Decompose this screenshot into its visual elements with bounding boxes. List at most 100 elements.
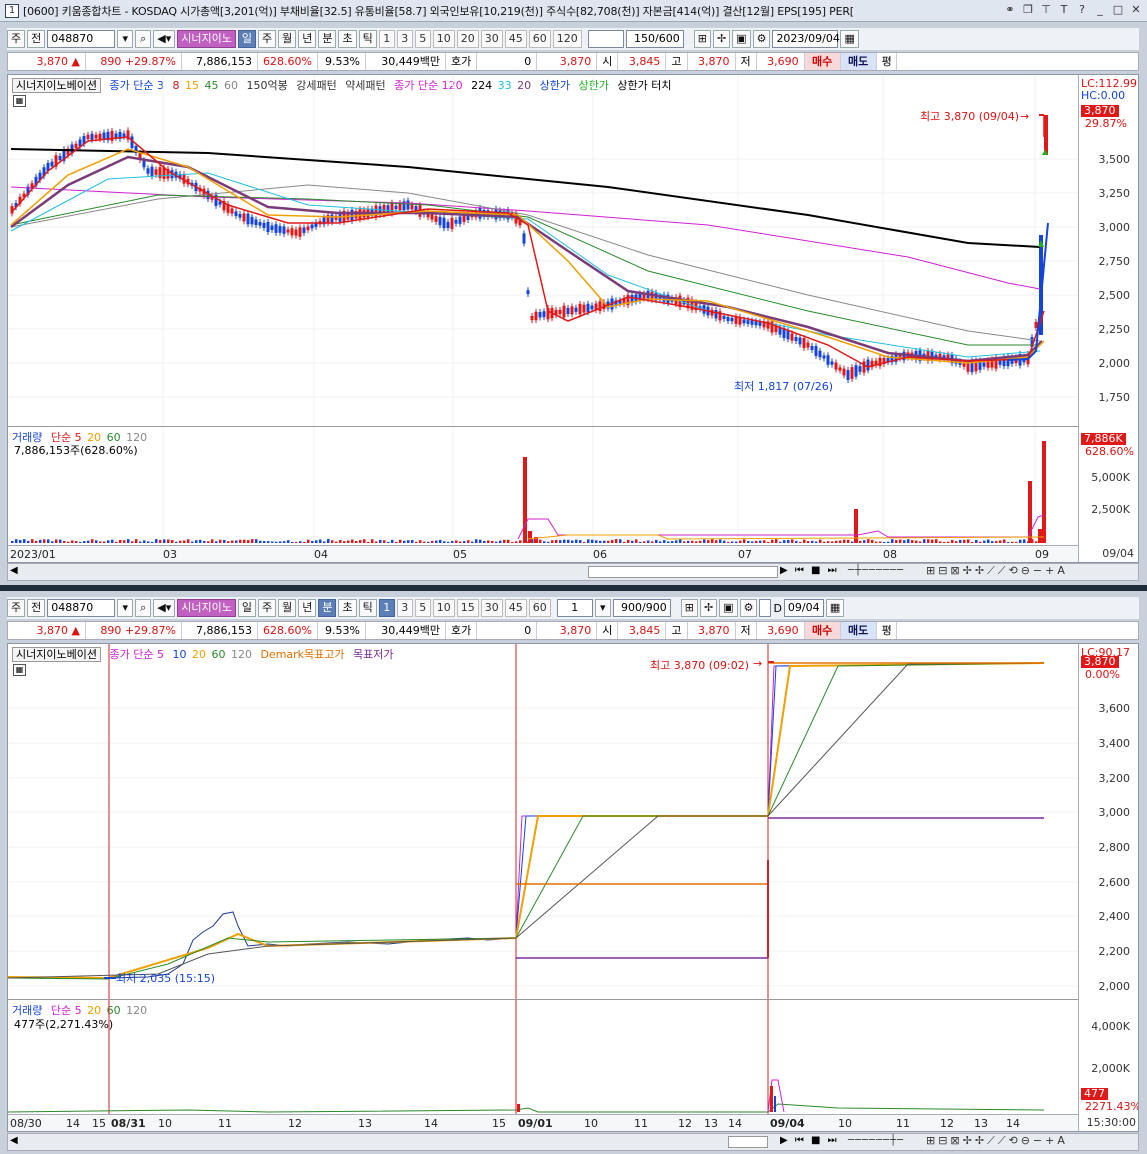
- volume-bar: [99, 541, 102, 543]
- period-tick[interactable]: 틱: [358, 30, 377, 48]
- num-10[interactable]: 10: [432, 30, 455, 48]
- volume-bar: [435, 540, 438, 543]
- top-chart-area[interactable]: 시너지이노베이션 종가 단순 3 8 15 45 60 150억봉 강세패턴 약…: [7, 74, 1139, 563]
- num-30[interactable]: 30: [480, 30, 503, 48]
- custom-period-input[interactable]: [587, 30, 624, 48]
- indicator-button[interactable]: 시너지이노: [177, 599, 236, 617]
- search-icon[interactable]: ⌕: [135, 30, 152, 48]
- scroll-left-icon[interactable]: ◀: [10, 1135, 18, 1146]
- period-month[interactable]: 월: [278, 599, 297, 617]
- calendar-icon[interactable]: ▦: [825, 599, 845, 617]
- bottom-scrollbar[interactable]: ◀ ▶ ⏮ ■ ⏭ ──────┼─ ⊞⊟⊠✢✢⟋⟋⟲⊖−+A: [7, 1133, 1139, 1151]
- restore-icon[interactable]: ❐: [1021, 3, 1035, 17]
- pin-icon[interactable]: ⊤: [1039, 3, 1053, 17]
- num-15[interactable]: 15: [456, 599, 479, 617]
- save-icon[interactable]: ▣: [719, 599, 738, 617]
- minimize-icon[interactable]: _: [1093, 3, 1107, 17]
- mode-select[interactable]: 주: [7, 599, 26, 617]
- scroll-left-icon[interactable]: ◀: [10, 565, 18, 576]
- num-1[interactable]: 1: [378, 30, 395, 48]
- num-3[interactable]: 3: [396, 599, 413, 617]
- scroll-thumb[interactable]: [728, 1136, 768, 1148]
- num-60[interactable]: 60: [528, 30, 551, 48]
- num-30[interactable]: 30: [480, 599, 503, 617]
- volume-bar: [927, 539, 930, 543]
- stock-code-input[interactable]: 048870: [47, 30, 116, 48]
- date-input[interactable]: 09/04: [783, 599, 824, 617]
- playback-controls[interactable]: ▶ ⏮ ■ ⏭: [780, 565, 839, 576]
- num-120[interactable]: 120: [552, 30, 582, 48]
- zoom-slider[interactable]: ──────┼─: [848, 1135, 904, 1146]
- playback-controls[interactable]: ▶ ⏮ ■ ⏭: [780, 1135, 839, 1146]
- screen-number[interactable]: 1: [5, 3, 19, 18]
- period-week[interactable]: 주: [257, 599, 277, 617]
- num-5[interactable]: 5: [414, 30, 431, 48]
- crosshair-icon[interactable]: ✢: [712, 30, 731, 48]
- period-second[interactable]: 초: [338, 599, 357, 617]
- unit-input[interactable]: 1: [556, 599, 593, 617]
- indicator-button[interactable]: 시너지이노: [177, 30, 236, 48]
- compare-icon[interactable]: ⊞: [693, 30, 711, 48]
- sell-button[interactable]: 매도: [840, 53, 877, 70]
- top-scrollbar[interactable]: ◀ ▶ ⏮ ■ ⏭ ─┼────── ⊞⊟⊠✢✢⟋⟋⟲⊖−+A: [7, 563, 1139, 581]
- tool-icons[interactable]: ⊞⊟⊠✢✢⟋⟋⟲⊖−+A: [926, 1134, 1068, 1148]
- period-minute[interactable]: 분: [318, 30, 337, 48]
- eval-button[interactable]: 평: [877, 53, 897, 70]
- calendar-icon[interactable]: ▦: [840, 30, 859, 48]
- save-icon[interactable]: ▣: [732, 30, 751, 48]
- buy-button[interactable]: 매수: [804, 622, 841, 639]
- unit-dropdown-icon[interactable]: ▾: [594, 599, 611, 617]
- num-60[interactable]: 60: [528, 599, 551, 617]
- period-week[interactable]: 주: [257, 30, 277, 48]
- zoom-slider[interactable]: ─┼──────: [848, 565, 904, 576]
- dropdown-icon[interactable]: ▾: [117, 30, 134, 48]
- tool-icons[interactable]: ⊞⊟⊠✢✢⟋⟋⟲⊖−+A: [926, 564, 1068, 578]
- d-checkbox[interactable]: [759, 599, 772, 617]
- mode-select[interactable]: 주: [7, 30, 26, 48]
- period-day[interactable]: 일: [237, 30, 256, 48]
- num-5[interactable]: 5: [414, 599, 431, 617]
- prev-button[interactable]: 전: [27, 599, 46, 617]
- num-10[interactable]: 10: [432, 599, 455, 617]
- search-icon[interactable]: ⌕: [135, 599, 152, 617]
- help-icon[interactable]: ?: [1075, 3, 1089, 17]
- font-icon[interactable]: T: [1057, 3, 1071, 17]
- period-year[interactable]: 년: [298, 30, 317, 48]
- num-3[interactable]: 3: [396, 30, 413, 48]
- price-tick: 2,000: [1098, 357, 1131, 370]
- count-input[interactable]: 900/900: [612, 599, 671, 617]
- settings-icon[interactable]: ⚙: [739, 599, 758, 617]
- sound-icon[interactable]: ◀▾: [153, 599, 176, 617]
- panel-divider[interactable]: [0, 585, 1147, 591]
- prev-button[interactable]: 전: [27, 30, 46, 48]
- price-tick: 2,600: [1098, 876, 1131, 889]
- compare-icon[interactable]: ⊞: [680, 599, 698, 617]
- dropdown-icon[interactable]: ▾: [117, 599, 134, 617]
- num-1[interactable]: 1: [378, 599, 395, 617]
- sound-icon[interactable]: ◀▾: [153, 30, 176, 48]
- buy-button[interactable]: 매수: [804, 53, 841, 70]
- close-icon[interactable]: ✕: [1129, 3, 1143, 17]
- period-tick[interactable]: 틱: [358, 599, 377, 617]
- bottom-chart-area[interactable]: 시너지이노베이션 종가 단순 5 10 20 60 120 Demark목표고가…: [7, 643, 1139, 1132]
- eval-button[interactable]: 평: [877, 622, 897, 639]
- crosshair-icon[interactable]: ✢: [699, 599, 718, 617]
- maximize-icon[interactable]: □: [1111, 3, 1125, 17]
- date-input[interactable]: 2023/09/04: [772, 30, 840, 48]
- period-minute[interactable]: 분: [318, 599, 337, 617]
- count-input[interactable]: 150/600: [625, 30, 684, 48]
- scroll-thumb[interactable]: [588, 566, 778, 578]
- period-month[interactable]: 월: [278, 30, 297, 48]
- period-year[interactable]: 년: [298, 599, 317, 617]
- num-45[interactable]: 45: [504, 30, 527, 48]
- sell-button[interactable]: 매도: [840, 622, 877, 639]
- candle-body: [302, 227, 306, 233]
- period-day[interactable]: 일: [237, 599, 256, 617]
- stock-code-input[interactable]: 048870: [47, 599, 116, 617]
- volume-bar: [63, 541, 66, 543]
- settings-icon[interactable]: ⚙: [752, 30, 771, 48]
- period-second[interactable]: 초: [338, 30, 357, 48]
- link-icon[interactable]: ⚭: [1003, 3, 1017, 17]
- num-45[interactable]: 45: [504, 599, 527, 617]
- num-20[interactable]: 20: [456, 30, 479, 48]
